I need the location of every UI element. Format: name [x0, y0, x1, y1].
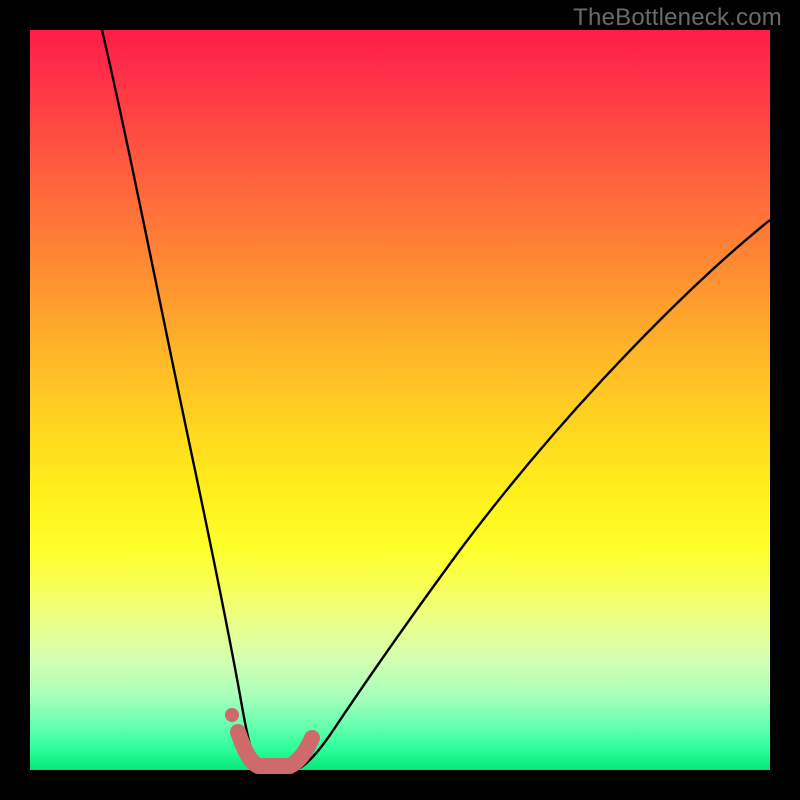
curves-svg: [30, 30, 770, 770]
watermark-text: TheBottleneck.com: [573, 4, 782, 32]
chart-frame: TheBottleneck.com: [0, 0, 800, 800]
plot-area: [30, 30, 770, 770]
curve-left: [102, 30, 265, 769]
curve-right: [298, 220, 770, 769]
band-dot: [225, 708, 239, 722]
